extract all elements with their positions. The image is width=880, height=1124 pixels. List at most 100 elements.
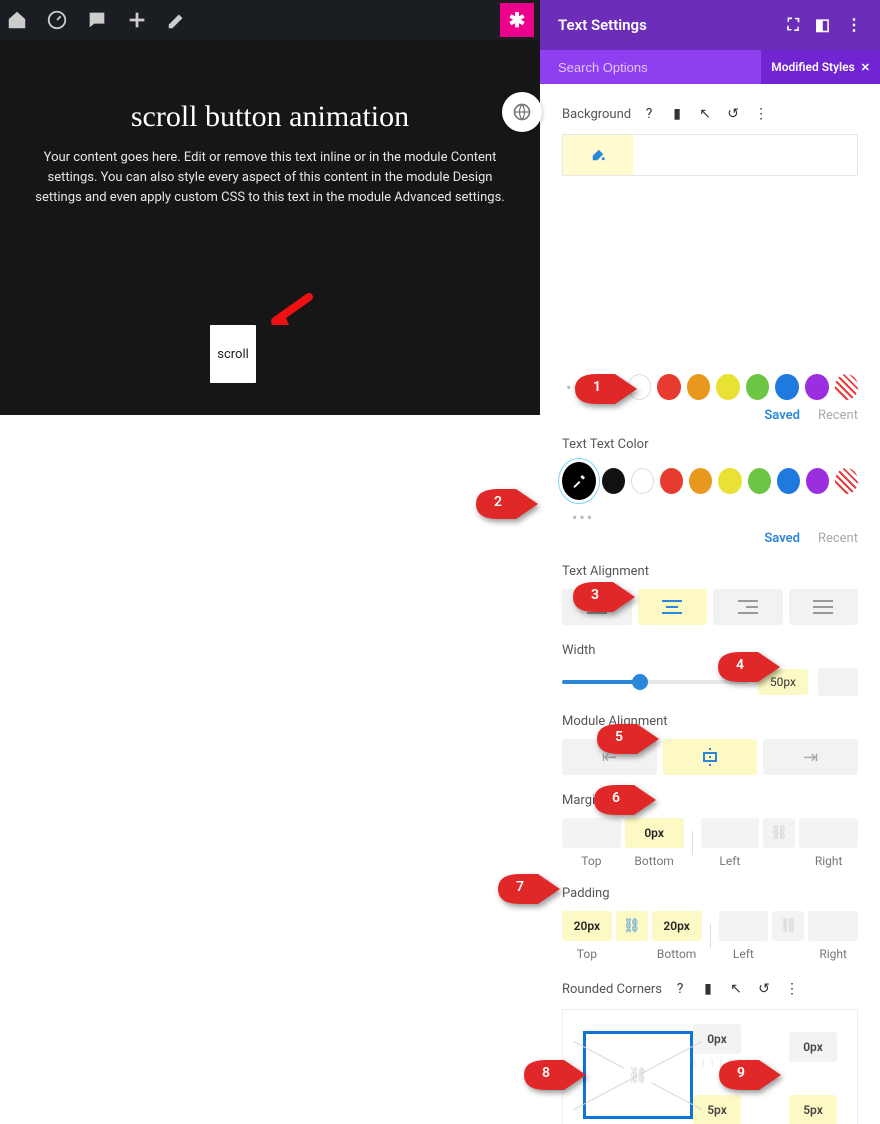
recent-tab[interactable]: Recent bbox=[818, 531, 858, 546]
modified-styles-badge[interactable]: Modified Styles ✕ bbox=[761, 50, 880, 84]
pencil-icon[interactable] bbox=[166, 9, 188, 31]
margin-right-label: Right bbox=[815, 854, 843, 868]
text-color-label: Text Text Color bbox=[562, 437, 649, 452]
padding-left-label: Left bbox=[733, 947, 754, 961]
swatch[interactable] bbox=[805, 374, 829, 400]
background-section: Background ? ▮ ↖ ↺ ⋮ bbox=[562, 104, 858, 176]
more-swatches-icon[interactable]: ••• bbox=[568, 508, 598, 527]
menu-icon[interactable]: ⋮ bbox=[846, 15, 862, 35]
saved-tab[interactable]: Saved bbox=[764, 531, 800, 546]
search-input[interactable] bbox=[558, 60, 761, 75]
more-swatches-icon[interactable]: ••• bbox=[562, 378, 592, 397]
search-bar: Modified Styles ✕ bbox=[540, 50, 880, 84]
corner-tl-input[interactable]: 0px bbox=[693, 1024, 741, 1054]
padding-top-label: Top bbox=[577, 947, 597, 961]
more-icon[interactable]: ⋮ bbox=[751, 104, 771, 124]
margin-bottom-input[interactable]: 0px bbox=[625, 818, 684, 848]
phone-icon[interactable]: ▮ bbox=[698, 979, 718, 999]
home-icon[interactable] bbox=[6, 9, 28, 31]
padding-section: Padding 20pxTop ⛓ 20pxBottom Left ⛓ Righ… bbox=[562, 886, 858, 961]
reset-icon[interactable]: ↺ bbox=[723, 104, 743, 124]
snap-icon[interactable]: ◧ bbox=[815, 15, 830, 35]
margin-left-input[interactable] bbox=[701, 818, 760, 848]
corner-br-input[interactable]: 5px bbox=[789, 1095, 837, 1124]
corner-preview: ⛓ bbox=[583, 1031, 693, 1119]
eyedropper-icon[interactable] bbox=[562, 462, 596, 500]
panel-header: Text Settings ⛶ ◧ ⋮ bbox=[540, 0, 880, 50]
width-label: Width bbox=[562, 643, 595, 658]
swatch[interactable] bbox=[716, 374, 740, 400]
text-alignment-section: Text Alignment bbox=[562, 564, 858, 625]
divider bbox=[710, 924, 711, 948]
panel-scroll[interactable]: Background ? ▮ ↖ ↺ ⋮ bbox=[540, 84, 880, 1124]
swatch[interactable] bbox=[660, 468, 683, 494]
corner-link-icon[interactable]: ⛓ bbox=[624, 1063, 652, 1086]
expand-icon[interactable]: ⛶ bbox=[788, 15, 799, 35]
padding-left-input[interactable] bbox=[719, 911, 769, 941]
padding-right-input[interactable] bbox=[808, 911, 858, 941]
saved-tab[interactable]: Saved bbox=[764, 408, 800, 423]
reset-icon[interactable]: ↺ bbox=[754, 979, 774, 999]
recent-tab[interactable]: Recent bbox=[818, 408, 858, 423]
swatch[interactable] bbox=[806, 468, 829, 494]
module-align-right-button[interactable]: ⇥ bbox=[763, 739, 858, 775]
comment-icon[interactable] bbox=[86, 9, 108, 31]
swatch[interactable] bbox=[718, 468, 741, 494]
margin-section: Margin Top 0pxBottom Left ⛓ Right bbox=[562, 793, 858, 868]
swatch[interactable] bbox=[602, 468, 625, 494]
margin-top-input[interactable] bbox=[562, 818, 621, 848]
padding-bottom-input[interactable]: 20px bbox=[652, 911, 702, 941]
margin-left-label: Left bbox=[719, 854, 740, 868]
padding-bottom-label: Bottom bbox=[657, 947, 696, 961]
swatch[interactable] bbox=[687, 374, 711, 400]
wp-plugin-badge[interactable]: ✱ bbox=[500, 3, 534, 37]
plus-icon[interactable] bbox=[126, 9, 148, 31]
margin-link-icon[interactable]: ⛓ bbox=[763, 818, 795, 848]
swatch[interactable] bbox=[748, 468, 771, 494]
padding-link-icon-2[interactable]: ⛓ bbox=[772, 911, 804, 941]
margin-right-input[interactable] bbox=[799, 818, 858, 848]
hero-body: Your content goes here. Edit or remove t… bbox=[30, 148, 510, 208]
swatch[interactable] bbox=[775, 374, 799, 400]
close-icon[interactable]: ✕ bbox=[861, 61, 870, 74]
swatch[interactable] bbox=[746, 374, 770, 400]
width-unit[interactable] bbox=[818, 668, 858, 696]
more-icon[interactable]: ⋮ bbox=[782, 979, 802, 999]
dashboard-icon[interactable] bbox=[46, 9, 68, 31]
module-align-left-button[interactable]: ⇤ bbox=[562, 739, 657, 775]
swatch[interactable] bbox=[777, 468, 800, 494]
background-swatches: ••• bbox=[562, 374, 858, 400]
align-right-button[interactable] bbox=[713, 589, 783, 625]
preview-stage: ✱ scroll button animation Your content g… bbox=[0, 0, 540, 1124]
paint-bucket-icon[interactable] bbox=[563, 135, 633, 175]
width-value[interactable]: 50px bbox=[758, 669, 808, 695]
hero-section: scroll button animation Your content goe… bbox=[0, 40, 540, 415]
hover-icon[interactable]: ↖ bbox=[726, 979, 746, 999]
align-left-button[interactable] bbox=[562, 589, 632, 625]
text-color-section: Text Text Color ••• S bbox=[562, 437, 858, 546]
padding-link-icon[interactable]: ⛓ bbox=[616, 911, 648, 941]
help-icon[interactable]: ? bbox=[670, 979, 690, 999]
swatch[interactable] bbox=[657, 374, 681, 400]
swatch[interactable] bbox=[631, 468, 654, 494]
module-align-center-button[interactable] bbox=[663, 739, 758, 775]
align-justify-button[interactable] bbox=[789, 589, 859, 625]
background-picker[interactable] bbox=[562, 134, 858, 176]
phone-icon[interactable]: ▮ bbox=[667, 104, 687, 124]
swatch[interactable] bbox=[628, 374, 652, 400]
hover-icon[interactable]: ↖ bbox=[695, 104, 715, 124]
swatch-transparent[interactable] bbox=[835, 374, 859, 400]
align-center-button[interactable] bbox=[638, 589, 708, 625]
padding-top-input[interactable]: 20px bbox=[562, 911, 612, 941]
scroll-button[interactable]: scroll bbox=[210, 325, 256, 383]
width-slider[interactable] bbox=[562, 680, 748, 684]
corner-tr-input[interactable]: 0px bbox=[789, 1032, 837, 1062]
swatch-transparent[interactable] bbox=[835, 468, 858, 494]
help-icon[interactable]: ? bbox=[639, 104, 659, 124]
globe-icon[interactable] bbox=[502, 92, 542, 132]
swatch[interactable] bbox=[598, 374, 622, 400]
margin-top-label: Top bbox=[581, 854, 601, 868]
divider bbox=[692, 831, 693, 855]
swatch[interactable] bbox=[689, 468, 712, 494]
padding-label: Padding bbox=[562, 886, 610, 901]
